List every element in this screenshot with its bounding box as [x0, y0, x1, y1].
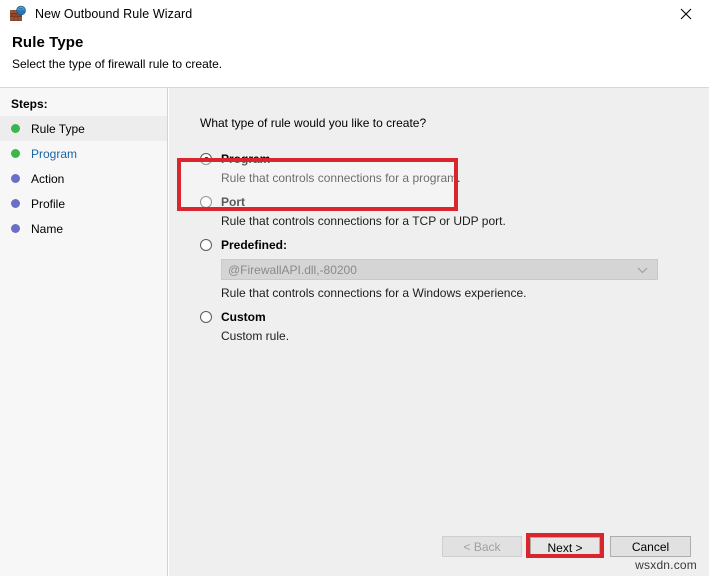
page-title: Rule Type — [12, 34, 709, 51]
sidebar-item-label: Name — [31, 222, 63, 236]
content-panel: What type of rule would you like to crea… — [168, 88, 709, 576]
option-port[interactable]: Port Rule that controls connections for … — [200, 195, 709, 228]
option-predefined[interactable]: Predefined: @FirewallAPI.dll,-80200 Rule… — [200, 238, 709, 300]
step-bullet-icon — [11, 124, 20, 133]
radio-program[interactable] — [200, 153, 212, 165]
option-title: Port — [221, 195, 245, 209]
sidebar-item-action[interactable]: Action — [0, 166, 167, 191]
sidebar-item-label: Rule Type — [31, 122, 85, 136]
option-title: Program — [221, 152, 270, 166]
window-title: New Outbound Rule Wizard — [35, 7, 192, 21]
steps-sidebar: Steps: Rule Type Program Action Profile … — [0, 88, 168, 576]
firewall-globe-icon — [9, 5, 27, 23]
title-bar: New Outbound Rule Wizard — [0, 0, 709, 28]
sidebar-item-label: Action — [31, 172, 64, 186]
option-description: Rule that controls connections for a pro… — [221, 171, 709, 185]
option-program[interactable]: Program Rule that controls connections f… — [200, 152, 709, 185]
step-bullet-icon — [11, 224, 20, 233]
steps-heading: Steps: — [0, 94, 167, 116]
sidebar-item-profile[interactable]: Profile — [0, 191, 167, 216]
wizard-body: Steps: Rule Type Program Action Profile … — [0, 87, 709, 576]
radio-port[interactable] — [200, 196, 212, 208]
sidebar-item-name[interactable]: Name — [0, 216, 167, 241]
cancel-button[interactable]: Cancel — [610, 536, 691, 557]
option-description: Custom rule. — [221, 329, 709, 343]
option-title: Predefined: — [221, 238, 287, 252]
radio-predefined[interactable] — [200, 239, 212, 251]
question-text: What type of rule would you like to crea… — [169, 88, 709, 130]
back-button[interactable]: < Back — [442, 536, 522, 557]
sidebar-item-label: Program — [31, 147, 77, 161]
radio-custom[interactable] — [200, 311, 212, 323]
predefined-rule-dropdown[interactable]: @FirewallAPI.dll,-80200 — [221, 259, 658, 280]
page-header: Rule Type Select the type of firewall ru… — [0, 28, 709, 87]
step-bullet-icon — [11, 199, 20, 208]
rule-type-option-group: Program Rule that controls connections f… — [169, 130, 709, 343]
sidebar-item-label: Profile — [31, 197, 65, 211]
option-description: Rule that controls connections for a TCP… — [221, 214, 709, 228]
sidebar-item-rule-type[interactable]: Rule Type — [0, 116, 167, 141]
predefined-rule-value: @FirewallAPI.dll,-80200 — [222, 263, 357, 277]
chevron-down-icon — [637, 263, 648, 277]
option-title: Custom — [221, 310, 266, 324]
page-subtitle: Select the type of firewall rule to crea… — [12, 57, 709, 71]
watermark: wsxdn.com — [635, 558, 697, 572]
next-button[interactable]: Next > — [530, 537, 600, 558]
step-bullet-icon — [11, 149, 20, 158]
option-description: Rule that controls connections for a Win… — [221, 286, 709, 300]
option-custom[interactable]: Custom Custom rule. — [200, 310, 709, 343]
close-icon[interactable] — [663, 0, 709, 28]
sidebar-item-program[interactable]: Program — [0, 141, 167, 166]
step-bullet-icon — [11, 174, 20, 183]
